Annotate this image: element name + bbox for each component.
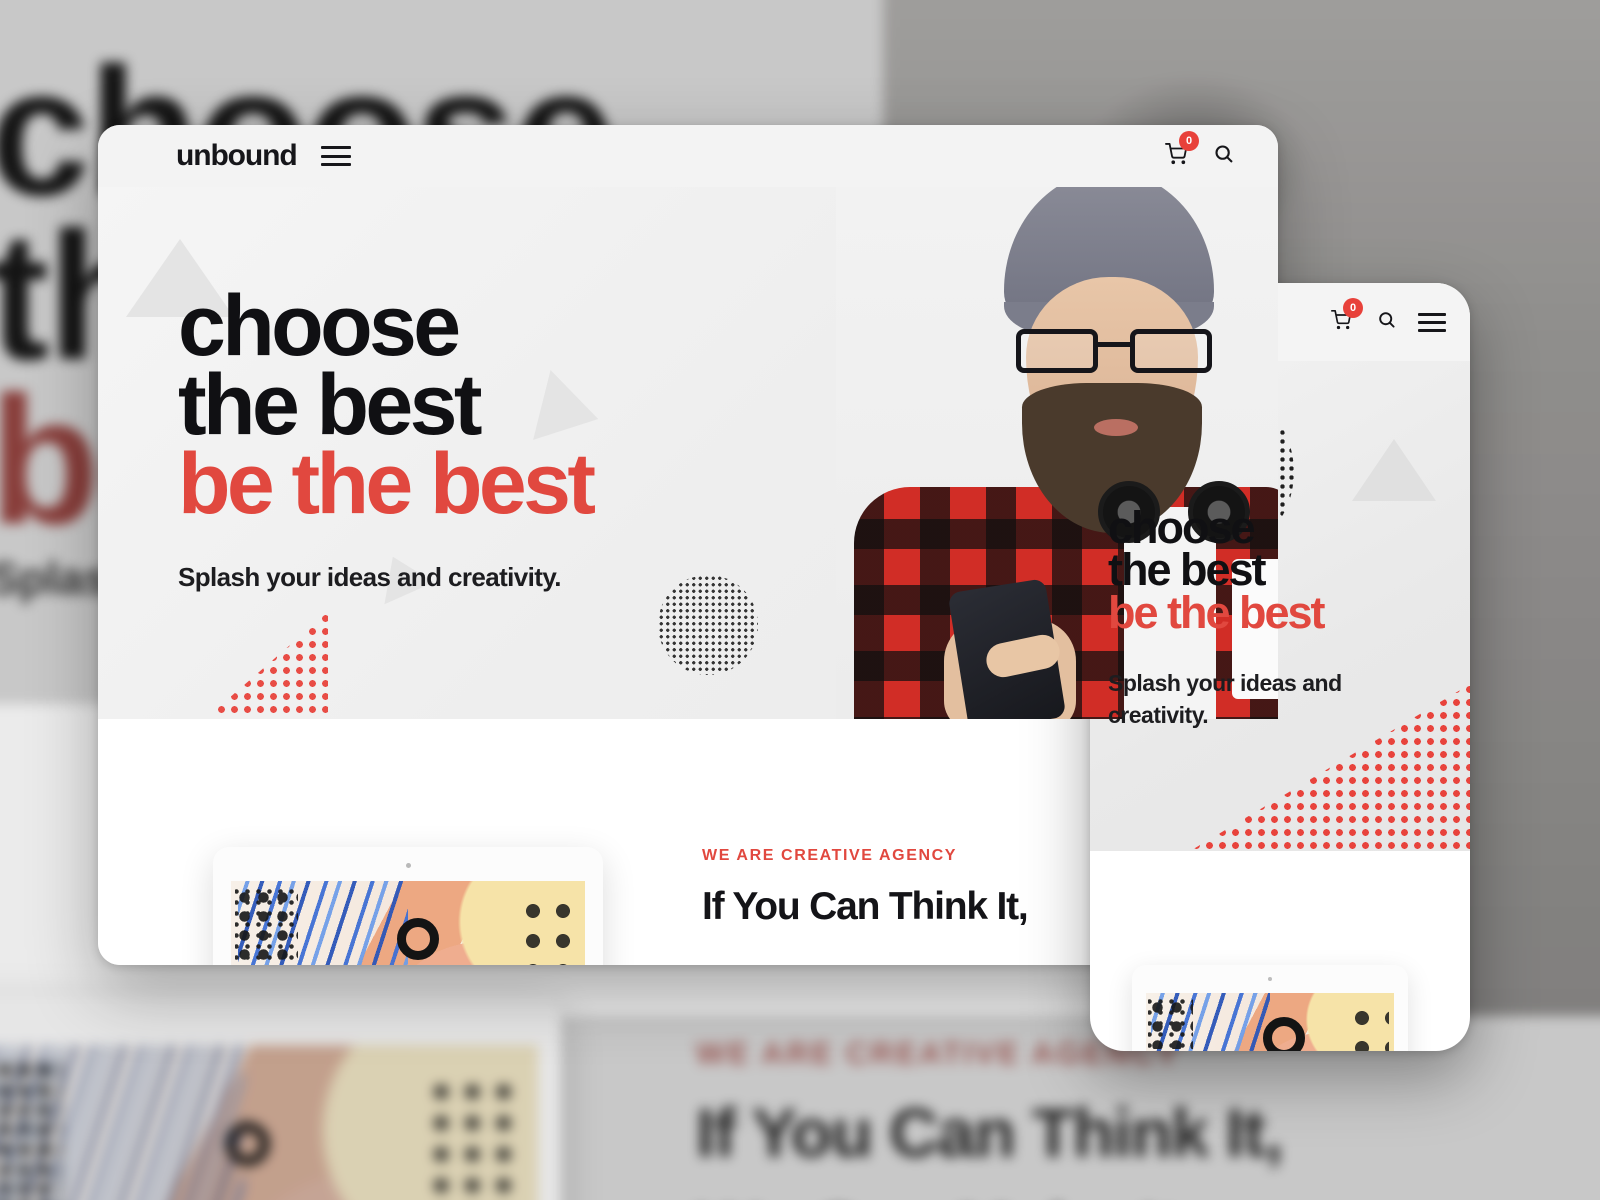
mobile-hero-copy-block: choose the best be the best Splash your … [1108,505,1398,731]
glasses-bridge [1098,342,1130,347]
tablet-camera-dot [1268,977,1272,981]
mobile-cart-button[interactable]: 0 [1331,297,1363,335]
screenshot-stage: choose the best be the best Splash your … [0,0,1600,1200]
artwork-black-specks-right [426,1076,527,1200]
background-lower-title-line1: If You Can Think It, [696,1094,1284,1171]
mobile-decorative-triangle [1352,439,1436,501]
artwork-ring [397,918,440,961]
artwork-black-specks [0,1060,62,1200]
mobile-tablet-abstract-artwork [1146,993,1394,1051]
tablet-abstract-artwork [231,881,585,965]
background-abstract-artwork [0,1045,538,1200]
decorative-dotted-circle [658,575,758,675]
search-icon [1215,145,1233,163]
hero-subline: Splash your ideas and creativity. [178,562,561,593]
hero-headline: choose the best be the best [178,283,596,533]
mobile-search-button[interactable] [1377,310,1396,334]
mobile-white-spacer [1090,851,1470,961]
hamburger-bar [320,163,351,166]
artwork-black-specks-right [1346,1002,1390,1051]
decorative-red-dotted-triangle [98,612,328,719]
background-lower-section: WE ARE CREATIVE AGENCY If You Can Think … [696,1037,1528,1200]
hamburger-bar [1418,328,1446,332]
desktop-tablet-device [213,847,603,965]
glasses-lens-right [1130,329,1212,373]
artwork-ring [225,1122,270,1167]
search-button[interactable] [1213,143,1234,169]
artwork-black-specks-right [517,895,578,965]
artwork-black-specks [234,888,299,965]
mobile-hero-headline-accent: be the best [1108,586,1326,638]
hamburger-bar [1418,312,1446,316]
site-logo[interactable]: unbound [176,139,298,173]
background-tablet-device [0,995,561,1200]
mobile-tablet-device [1132,965,1408,1051]
mobile-hero-subline: Splash your ideas and creativity. [1108,669,1342,728]
hamburger-icon[interactable] [320,146,351,166]
hero-copy-block: choose the best be the best Splash your … [178,283,596,593]
artwork-black-specks [1148,997,1194,1050]
desktop-site-header: unbound 0 [98,125,1278,187]
cart-count-badge: 0 [1179,130,1199,151]
tablet-camera-dot [405,863,411,868]
hamburger-bar [320,146,351,149]
photo-glasses [1016,329,1212,373]
mobile-cart-count-badge: 0 [1343,297,1363,318]
desktop-hero-section: choose the best be the best Splash your … [98,187,1278,719]
hamburger-bar [1418,320,1446,324]
background-lower-title-line2: We Can Make It [696,1194,1528,1200]
photo-mouth [1094,419,1138,436]
hamburger-bar [320,154,351,158]
cart-button[interactable]: 0 [1165,130,1199,170]
artwork-ring [1262,1017,1305,1051]
hero-headline-accent: be the best [178,436,596,533]
mobile-hero-headline: choose the best be the best [1108,505,1398,638]
search-icon [1379,312,1395,328]
glasses-lens-left [1016,329,1098,373]
mobile-hamburger-icon[interactable] [1418,312,1446,332]
